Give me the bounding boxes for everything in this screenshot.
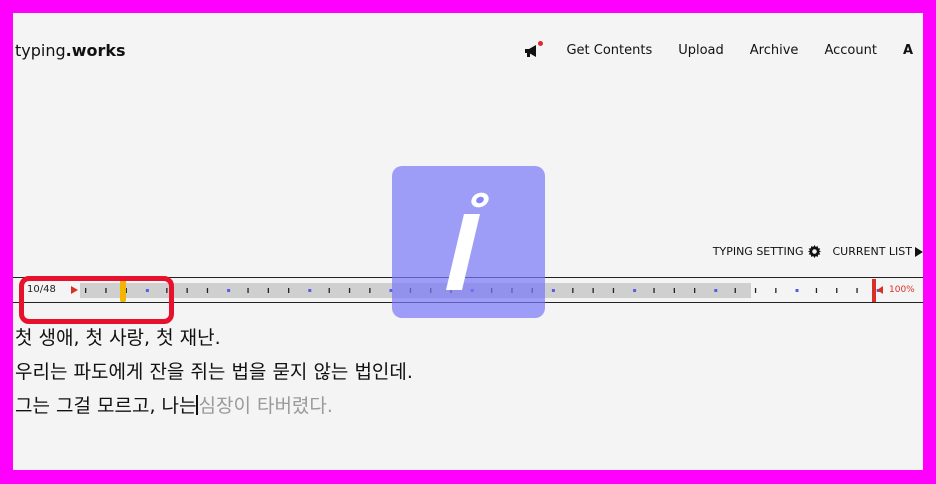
progress-tick [551, 289, 555, 292]
progress-tick [308, 289, 312, 292]
progress-tick [775, 288, 777, 293]
logo[interactable]: typing.works [15, 41, 126, 60]
nav-upload[interactable]: Upload [678, 43, 724, 58]
header: typing.works Get Contents Upload Archive… [13, 13, 923, 91]
progress-percent: 100% [889, 285, 915, 295]
progress-tick [856, 288, 858, 293]
end-arrow-icon [877, 286, 883, 294]
page: typing.works Get Contents Upload Archive… [13, 13, 923, 470]
progress-tick [714, 289, 718, 292]
typing-setting-button[interactable]: TYPING SETTING [713, 245, 821, 258]
logo-main: typing [15, 41, 66, 60]
settings-row: TYPING SETTING CURRENT LIST [701, 245, 923, 258]
progress-tick [734, 288, 736, 293]
text-line-3: 그는 그걸 모르고, 나는 심장이 타버렸다. [15, 389, 413, 423]
progress-tick [653, 288, 655, 293]
info-icon [446, 192, 489, 290]
typing-setting-label: TYPING SETTING [712, 245, 804, 258]
progress-tick [836, 288, 838, 293]
counter-highlight [19, 276, 174, 324]
nav-account[interactable]: Account [824, 43, 877, 58]
progress-tick [592, 288, 594, 293]
play-triangle-icon [915, 246, 923, 257]
progress-tick [673, 288, 675, 293]
megaphone-icon[interactable] [524, 40, 544, 58]
progress-tick [369, 288, 371, 293]
text-line-2: 우리는 파도에게 잔을 쥐는 법을 묻지 않는 법인데. [15, 361, 413, 383]
progress-tick [694, 288, 696, 293]
pending-text: 심장이 타버렸다. [198, 395, 333, 417]
progress-tick [815, 288, 818, 293]
end-marker [872, 279, 876, 302]
gear-icon [807, 245, 821, 258]
progress-tick [206, 288, 209, 293]
nav-get-contents[interactable]: Get Contents [566, 43, 652, 58]
progress-tick [247, 288, 249, 293]
main-nav: Get Contents Upload Archive Account A [498, 40, 913, 58]
current-list-button[interactable]: CURRENT LIST [832, 245, 923, 258]
notification-dot [538, 40, 544, 46]
progress-tick [633, 289, 637, 292]
nav-language[interactable]: A [903, 43, 913, 58]
typing-text-area[interactable]: 첫 생애, 첫 사랑, 첫 재난. 우리는 파도에게 잔을 쥐는 법을 묻지 않… [15, 321, 413, 423]
logo-bold: .works [65, 41, 126, 60]
progress-tick [186, 288, 188, 293]
progress-tick [795, 289, 799, 292]
progress-tick [267, 288, 269, 293]
progress-tick [572, 288, 574, 293]
progress-tick [348, 288, 351, 293]
current-list-label: CURRENT LIST [832, 245, 913, 258]
info-overlay[interactable] [392, 166, 545, 318]
typed-text: 그는 그걸 모르고, 나는 [15, 395, 197, 417]
text-line-1: 첫 생애, 첫 사랑, 첫 재난. [15, 327, 221, 349]
progress-tick [227, 289, 231, 292]
nav-archive[interactable]: Archive [750, 43, 799, 58]
progress-tick [288, 288, 290, 293]
progress-tick [328, 288, 330, 293]
progress-tick [612, 288, 615, 293]
progress-tick [754, 288, 757, 293]
